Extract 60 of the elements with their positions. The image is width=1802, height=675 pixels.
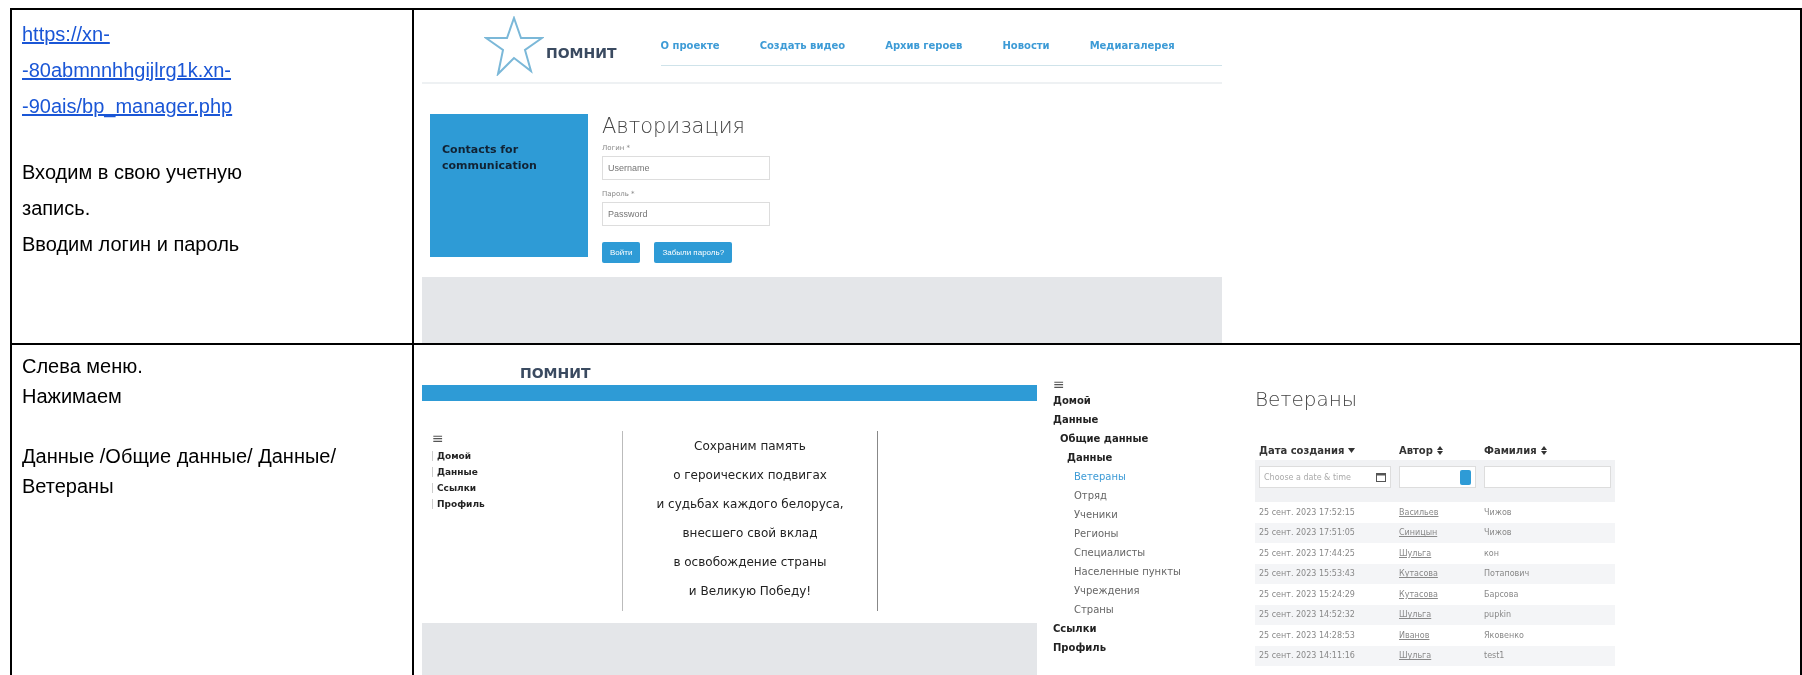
table-cell: Потапович [1480,563,1615,584]
column-header[interactable]: Фамилия [1480,441,1615,460]
slogan-line: о героических подвигах [673,467,827,484]
instruction-text: Слева меню. [22,354,144,379]
form-title: Авторизация [602,114,746,138]
table-cell: Чижов [1480,522,1615,543]
page-title: Ветераны [1255,387,1358,411]
author-link[interactable]: Шульга [1395,645,1480,666]
menu-item[interactable]: Ссылки [432,483,622,493]
menu-item[interactable]: Учреждения [1053,581,1255,600]
slogan-line: Сохраним память [694,438,806,455]
slogan-line: и судьбах каждого белоруса, [656,496,844,513]
logo-text: ПОМНИТ [520,365,591,381]
menu-item[interactable]: Ветераны [1053,467,1255,486]
menu-item[interactable]: Страны [1053,600,1255,619]
instruction-text: Вводим логин и пароль [22,232,241,257]
table-cell: 25 сент. 2023 14:11:16 [1255,645,1395,666]
author-link[interactable]: Синицын [1395,522,1480,543]
table-cell: test1 [1480,645,1615,666]
menu-item[interactable]: Регионы [1053,524,1255,543]
column-header[interactable]: Дата создания [1255,441,1395,460]
url-link[interactable]: https://xn--80abmnnhhgijlrg1k.xn--90ais/bp_manager.php [22,16,292,124]
star-icon [484,16,544,76]
menu-item[interactable]: Профиль [1053,638,1255,657]
nav-link[interactable]: Архив героев [885,40,963,51]
card-title: Contacts for communication [442,142,538,174]
author-link[interactable]: Кутасова [1395,563,1480,584]
slogan-line: в освобождение страны [673,554,827,571]
calendar-icon [1376,472,1386,482]
slogan-line: и Великую Победу! [688,583,812,600]
menu-item[interactable]: Ученики [1053,505,1255,524]
menu-item[interactable]: Домой [1053,391,1255,410]
input-field[interactable]: Password [602,202,770,226]
author-link[interactable]: Шульга [1395,604,1480,625]
table-cell: pupkin [1480,604,1615,625]
logo-text: ПОМНИТ [546,45,617,61]
author-filter-field[interactable] [1399,466,1476,488]
column-header[interactable]: Автор [1395,441,1480,460]
menu-item[interactable]: Общие данные [1053,429,1255,448]
menu-item[interactable]: Домой [432,451,622,461]
slogan-line: внесшего свой вклад [682,525,818,542]
table-cell: 25 сент. 2023 15:53:43 [1255,563,1395,584]
more-button[interactable] [1460,469,1471,485]
menu-item[interactable]: Данные [432,467,622,477]
table-cell: 25 сент. 2023 14:52:32 [1255,604,1395,625]
menu-item[interactable]: Профиль [432,499,622,509]
menu-item[interactable]: Отряд [1053,486,1255,505]
menu-icon[interactable]: ≡ [432,431,622,445]
menu-item[interactable]: Специалисты [1053,543,1255,562]
instruction-text: Входим в свою учетную запись. [22,160,244,221]
menu-item[interactable]: Данные [1053,410,1255,429]
table-cell: 25 сент. 2023 17:51:05 [1255,522,1395,543]
instruction-text: Нажимаем [22,384,123,409]
menu-item[interactable]: Ссылки [1053,619,1255,638]
menu-item[interactable]: Населенные пункты [1053,562,1255,581]
surname-filter-field[interactable] [1484,466,1611,488]
menu-item[interactable]: Данные [1053,448,1255,467]
menu-icon[interactable]: ≡ [1053,377,1255,391]
instruction-text: Данные /Общие данные/ Данные/Ветераны [22,444,337,499]
input-field[interactable]: Username [602,156,770,180]
